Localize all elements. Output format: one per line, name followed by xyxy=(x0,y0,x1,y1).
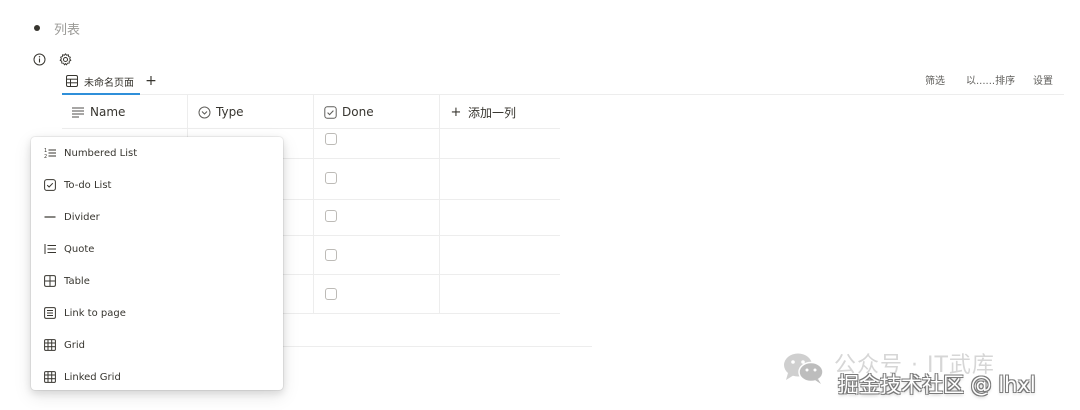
linked-grid-icon xyxy=(44,371,56,383)
watermark: 公众号 · IT武库 掘金技术社区 @ lhxl xyxy=(782,345,1072,405)
menu-item-label: Divider xyxy=(64,211,100,223)
column-header-name[interactable]: Name xyxy=(62,95,188,129)
menu-item-label: Table xyxy=(64,275,90,287)
column-label: 添加一列 xyxy=(468,105,517,120)
column-label: Done xyxy=(342,105,374,119)
todo-checkbox-icon xyxy=(44,179,56,191)
table-view-icon xyxy=(66,72,78,91)
done-checkbox[interactable] xyxy=(325,288,337,300)
checkbox-icon xyxy=(323,105,337,119)
grid-icon xyxy=(44,339,56,351)
menu-item-quote[interactable]: Quote xyxy=(31,236,283,262)
table-header-row: Name Type Done + 添加一列 xyxy=(62,95,560,129)
menu-item-link-to-page[interactable]: Link to page xyxy=(31,300,283,326)
menu-item-table[interactable]: Table xyxy=(31,268,283,294)
block-icon-row xyxy=(32,52,72,66)
table-icon xyxy=(44,275,56,287)
block-type-menu: 12 Numbered List To-do List Divider Quot… xyxy=(31,137,283,390)
bullet-dot xyxy=(34,25,40,31)
divider-icon xyxy=(44,211,56,223)
bullet-text: 列表 xyxy=(54,22,81,38)
column-header-done[interactable]: Done xyxy=(314,95,440,129)
plus-icon: + xyxy=(450,104,462,120)
wechat-icon xyxy=(782,351,826,389)
svg-text:2: 2 xyxy=(44,154,47,159)
watermark-line-2: 掘金技术社区 @ lhxl xyxy=(838,373,1036,397)
filter-button[interactable]: 筛选 xyxy=(925,74,945,90)
quote-icon xyxy=(44,243,56,255)
done-checkbox[interactable] xyxy=(325,210,337,222)
menu-item-linked-grid[interactable]: Linked Grid xyxy=(31,364,283,390)
menu-item-numbered-list[interactable]: 12 Numbered List xyxy=(31,140,283,166)
menu-item-label: Numbered List xyxy=(64,147,138,159)
document-icon xyxy=(44,307,56,319)
menu-item-label: Quote xyxy=(64,243,95,255)
info-icon[interactable] xyxy=(32,52,46,66)
bullet-list-item[interactable]: 列表 xyxy=(34,18,80,38)
done-checkbox[interactable] xyxy=(325,133,337,145)
menu-item-todo-list[interactable]: To-do List xyxy=(31,172,283,198)
gear-icon[interactable] xyxy=(58,52,72,66)
tab-untitled-page[interactable]: 未命名页面 xyxy=(62,70,140,95)
column-label: Type xyxy=(216,105,244,119)
chevron-circle-icon xyxy=(197,105,211,119)
menu-item-label: Grid xyxy=(64,339,85,351)
menu-item-divider[interactable]: Divider xyxy=(31,204,283,230)
tab-label: 未命名页面 xyxy=(84,78,134,89)
add-column-button[interactable]: + 添加一列 xyxy=(440,95,560,129)
settings-button[interactable]: 设置 xyxy=(1033,74,1053,90)
column-label: Name xyxy=(90,105,126,119)
menu-item-label: To-do List xyxy=(64,179,112,191)
column-header-type[interactable]: Type xyxy=(188,95,314,129)
menu-item-grid[interactable]: Grid xyxy=(31,332,283,358)
menu-item-label: Link to page xyxy=(64,307,126,319)
text-lines-icon xyxy=(71,105,85,119)
view-tabs-bar: 未命名页面 + 筛选 以......排序 设置 xyxy=(62,70,1064,95)
numbered-list-icon: 12 xyxy=(44,147,56,159)
done-checkbox[interactable] xyxy=(325,249,337,261)
done-checkbox[interactable] xyxy=(325,172,337,184)
add-view-button[interactable]: + xyxy=(144,72,158,90)
sort-button[interactable]: 以......排序 xyxy=(966,74,1015,90)
menu-item-label: Linked Grid xyxy=(64,371,121,383)
